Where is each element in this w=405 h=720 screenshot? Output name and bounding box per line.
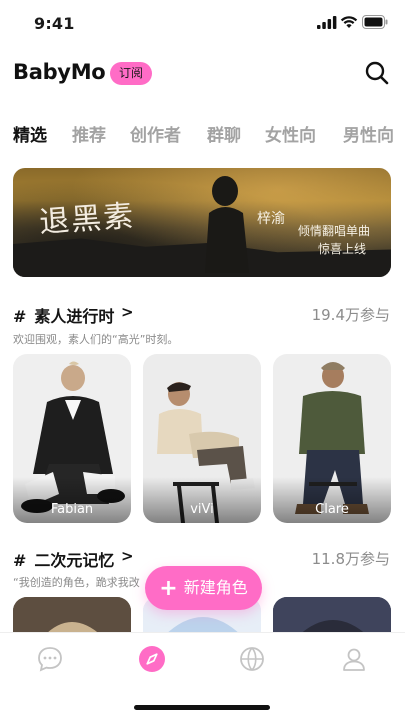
status-bar: 9:41 bbox=[0, 0, 405, 46]
character-name: Clare bbox=[315, 502, 349, 517]
participant-count: 11.8万参与 bbox=[311, 550, 390, 568]
banner-calligraphy: 退黑素 bbox=[38, 198, 137, 241]
banner-line-2: 惊喜上线 bbox=[318, 242, 367, 256]
character-card[interactable]: Clare bbox=[273, 354, 391, 523]
tab-recommend[interactable]: 推荐 bbox=[72, 121, 106, 145]
battery-icon bbox=[362, 15, 388, 29]
tab-creators[interactable]: 创作者 bbox=[130, 121, 181, 145]
character-card[interactable] bbox=[13, 597, 131, 637]
hash-symbol: # bbox=[13, 307, 27, 326]
character-art bbox=[13, 597, 131, 637]
character-card[interactable]: viVi bbox=[143, 354, 261, 523]
character-card[interactable]: Fabian bbox=[13, 354, 131, 523]
banner-line-1: 倾情翻唱单曲 bbox=[298, 224, 371, 238]
tab-featured[interactable]: 精选 bbox=[13, 121, 47, 145]
character-name: Fabian bbox=[50, 502, 94, 517]
hash-symbol: # bbox=[13, 551, 27, 570]
profile-icon[interactable] bbox=[340, 645, 368, 673]
explore-icon[interactable] bbox=[138, 645, 166, 673]
status-time: 9:41 bbox=[34, 14, 75, 33]
basketball-icon[interactable] bbox=[238, 645, 266, 673]
promo-banner[interactable]: 退黑素 梓渝 倾情翻唱单曲 惊喜上线 bbox=[13, 168, 391, 277]
banner-artist: 梓渝 bbox=[257, 211, 285, 227]
section-title-text: 二次元记忆 bbox=[34, 551, 115, 570]
wifi-icon bbox=[340, 16, 358, 28]
section-description: “我创造的角色，跪求我改 bbox=[13, 576, 140, 589]
search-icon[interactable] bbox=[364, 60, 390, 86]
create-character-label: 新建角色 bbox=[183, 578, 248, 597]
chevron-right-icon[interactable]: > bbox=[121, 303, 134, 321]
chevron-right-icon[interactable]: > bbox=[121, 547, 134, 565]
character-name: viVi bbox=[190, 502, 214, 517]
section-description: 欢迎围观，素人们的“高光”时刻。 bbox=[13, 333, 179, 346]
participant-count: 19.4万参与 bbox=[311, 306, 390, 324]
banner-silhouette bbox=[205, 176, 249, 273]
section-title[interactable]: # 素人进行时 bbox=[13, 303, 114, 327]
chat-bubble-icon[interactable] bbox=[36, 645, 64, 673]
subscribe-button[interactable]: 订阅 bbox=[110, 62, 152, 85]
section-title[interactable]: # 二次元记忆 bbox=[13, 547, 114, 571]
tab-female-oriented[interactable]: 女性向 bbox=[265, 121, 316, 145]
section-title-text: 素人进行时 bbox=[34, 307, 115, 326]
plus-icon: + bbox=[159, 576, 178, 601]
tab-male-oriented[interactable]: 男性向 bbox=[343, 121, 394, 145]
tab-group-chat[interactable]: 群聊 bbox=[207, 121, 241, 145]
home-indicator[interactable] bbox=[134, 705, 270, 710]
character-card[interactable] bbox=[273, 597, 391, 637]
signal-icon bbox=[317, 16, 337, 29]
create-character-button[interactable]: + 新建角色 bbox=[145, 566, 262, 610]
category-tabs: 精选 推荐 创作者 群聊 女性向 男性向 bbox=[13, 121, 405, 145]
character-art bbox=[273, 597, 391, 637]
app-logo: BabyMo bbox=[13, 60, 106, 84]
